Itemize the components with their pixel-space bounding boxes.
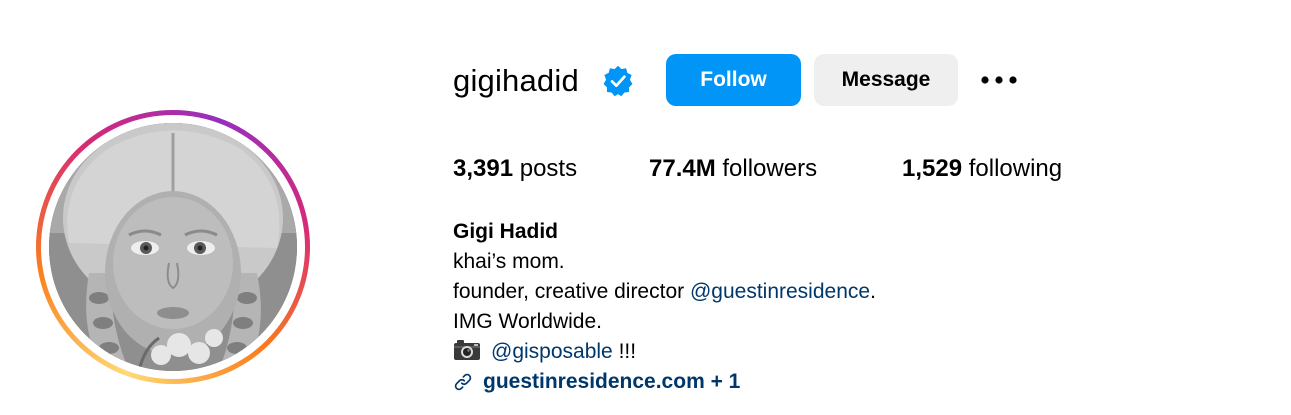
avatar[interactable] xyxy=(49,123,297,371)
avatar-story-ring[interactable] xyxy=(36,110,310,384)
guestinresidence-mention-link[interactable]: @guestinresidence xyxy=(690,280,870,303)
bio: Gigi Hadid khai’s mom. founder, creative… xyxy=(453,217,876,397)
full-name: Gigi Hadid xyxy=(453,220,558,243)
followers-count: 77.4M xyxy=(649,155,716,182)
bio-line-2-suffix: . xyxy=(870,280,876,303)
more-options-icon[interactable] xyxy=(978,64,1020,96)
link-icon xyxy=(454,373,472,391)
following-stat[interactable]: 1,529 following xyxy=(902,154,1062,184)
username: gigihadid xyxy=(453,63,579,98)
external-link[interactable]: guestinresidence.com + 1 xyxy=(453,367,876,397)
follow-button[interactable]: Follow xyxy=(666,54,801,106)
followers-stat[interactable]: 77.4M followers xyxy=(649,154,817,184)
external-link-text[interactable]: guestinresidence.com + 1 xyxy=(483,367,740,397)
bio-line-3: IMG Worldwide. xyxy=(453,310,602,333)
avatar-ring-gap xyxy=(41,115,305,379)
bio-line-4-suffix: !!! xyxy=(612,340,637,363)
posts-count: 3,391 xyxy=(453,155,514,182)
following-label: following xyxy=(968,155,1063,182)
camera-emoji-icon xyxy=(454,340,480,360)
bio-line-2-text: founder, creative director xyxy=(453,280,690,303)
profile-header: gigihadid Follow Message 3,391 posts 77.… xyxy=(0,0,1291,415)
avatar-photo-illustration xyxy=(49,123,297,371)
followers-label: followers xyxy=(722,155,818,182)
bio-line-2: founder, creative director @guestinresid… xyxy=(453,277,876,307)
message-button[interactable]: Message xyxy=(814,54,958,106)
following-count: 1,529 xyxy=(902,155,963,182)
bio-line-1: khai’s mom. xyxy=(453,250,565,273)
posts-label: posts xyxy=(519,155,578,182)
posts-stat: 3,391 posts xyxy=(453,154,577,184)
gisposable-mention-link[interactable]: @gisposable xyxy=(491,340,613,363)
verified-badge-icon xyxy=(603,65,633,97)
bio-line-4: @gisposable !!! xyxy=(453,337,876,367)
